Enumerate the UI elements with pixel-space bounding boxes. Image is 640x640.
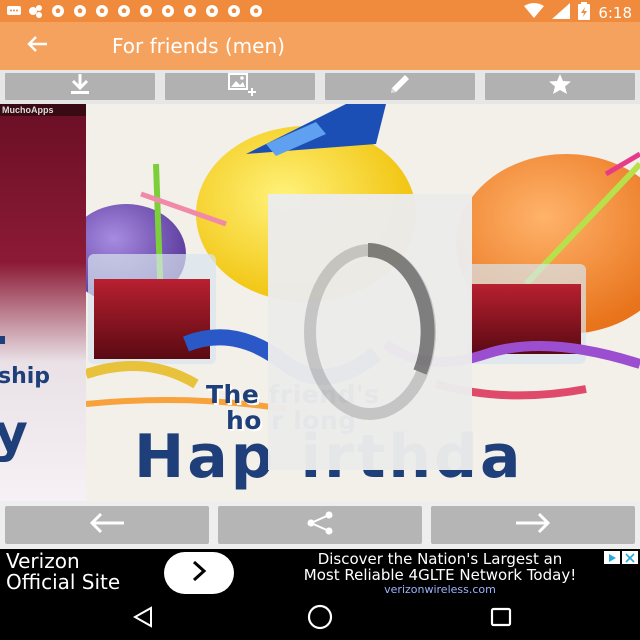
text-fragment-mark — [0, 336, 5, 344]
status-bar: 6:18 — [0, 0, 640, 22]
link-icon — [28, 3, 44, 19]
ad-advertiser-line2: Official Site — [6, 570, 121, 594]
ball-icon — [204, 3, 220, 19]
previous-card-image[interactable]: MuchoApps ship y — [0, 104, 86, 501]
back-triangle-icon — [131, 605, 155, 634]
notification-icons — [6, 3, 264, 19]
edit-button[interactable] — [325, 73, 475, 100]
ad-message-line1: Discover the Nation's Largest an — [317, 550, 563, 568]
card-navigation — [0, 501, 640, 549]
card-text-fragment: ship — [0, 364, 51, 389]
arrow-right-icon — [514, 512, 552, 539]
pencil-icon — [388, 73, 412, 100]
ad-advertiser: Verizon Official Site — [6, 551, 120, 593]
brand-label: MuchoApps — [0, 104, 86, 116]
ball-icon — [226, 3, 242, 19]
system-home-button[interactable] — [305, 603, 335, 636]
system-back-button[interactable] — [128, 605, 158, 633]
loading-overlay — [268, 194, 472, 470]
battery-icon — [578, 2, 591, 24]
add-image-button[interactable] — [165, 73, 315, 100]
app-bar: For friends (men) — [0, 22, 640, 70]
ball-icon — [138, 3, 154, 19]
ad-banner[interactable]: Verizon Official Site Discover the Natio… — [0, 549, 640, 597]
clock: 6:18 — [598, 4, 632, 22]
ball-icon — [160, 3, 176, 19]
star-icon — [548, 73, 572, 100]
share-button[interactable] — [218, 506, 422, 544]
recents-square-icon — [489, 605, 513, 634]
ball-icon — [116, 3, 132, 19]
signal-icon — [552, 3, 571, 23]
ad-url: verizonwireless.com — [384, 583, 496, 596]
card-text-fragment-large: y — [0, 404, 28, 464]
ball-icon — [50, 3, 66, 19]
ad-cta-button[interactable] — [164, 552, 234, 594]
ad-close-icon[interactable] — [622, 551, 638, 564]
favorite-button[interactable] — [485, 73, 635, 100]
ad-message: Discover the Nation's Largest an Most Re… — [244, 551, 636, 596]
loading-spinner-icon — [304, 243, 436, 420]
wifi-icon — [524, 3, 545, 23]
arrow-back-icon — [26, 35, 48, 58]
action-toolbar — [0, 70, 640, 104]
download-icon — [68, 73, 92, 100]
home-circle-icon — [306, 603, 334, 636]
previous-button[interactable] — [5, 506, 209, 544]
ball-icon — [248, 3, 264, 19]
share-icon — [305, 511, 335, 540]
message-icon — [6, 3, 22, 19]
system-recents-button[interactable] — [486, 605, 516, 633]
ball-icon — [182, 3, 198, 19]
ad-advertiser-line1: Verizon — [6, 549, 80, 573]
back-button[interactable] — [22, 31, 52, 61]
arrow-left-icon — [88, 512, 126, 539]
system-navigation-bar — [0, 597, 640, 640]
ad-badges — [604, 551, 638, 564]
ball-icon — [72, 3, 88, 19]
ad-choices-icon[interactable] — [604, 551, 620, 564]
next-button[interactable] — [431, 506, 635, 544]
image-add-icon — [219, 72, 261, 101]
chevron-right-icon — [190, 560, 208, 587]
status-right: 6:18 — [524, 2, 632, 24]
page-title: For friends (men) — [112, 34, 285, 58]
app-screen: 6:18 For friends (men) MuchoApps ship y … — [0, 0, 640, 640]
download-button[interactable] — [5, 73, 155, 100]
ad-message-line2: Most Reliable 4GLTE Network Today! — [303, 566, 577, 584]
ball-icon — [94, 3, 110, 19]
